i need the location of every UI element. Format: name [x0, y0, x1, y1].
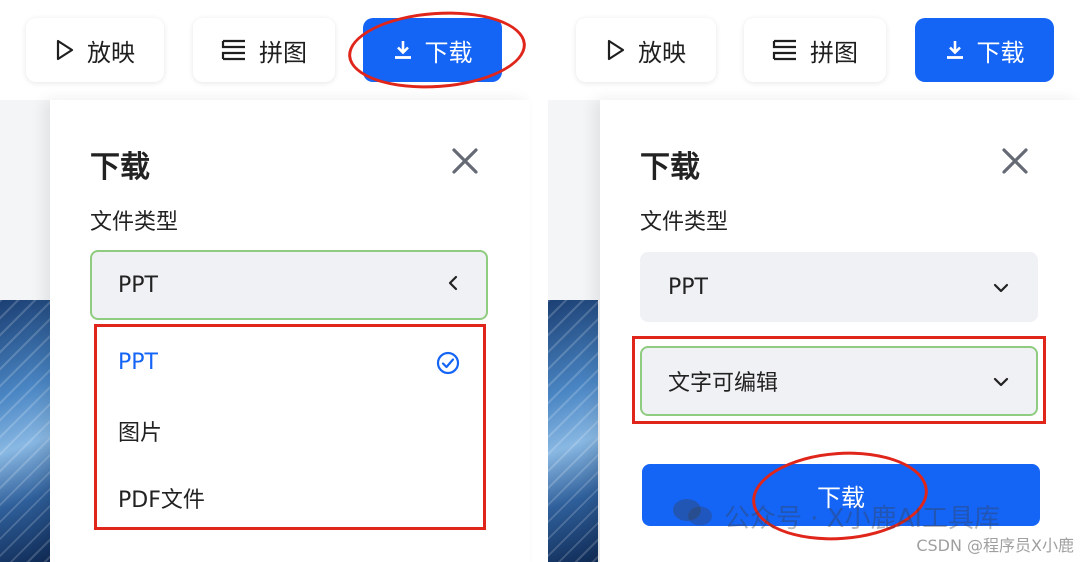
play-button[interactable]: 放映	[576, 18, 716, 82]
file-type-label: 文件类型	[90, 210, 179, 235]
chevron-left-icon	[446, 273, 460, 298]
collage-label: 拼图	[259, 38, 307, 67]
close-icon[interactable]	[1000, 146, 1030, 176]
watermark: 公众号 · X小鹿AI工具库	[672, 496, 1000, 537]
wechat-icon	[672, 496, 714, 537]
file-type-select[interactable]: PPT	[640, 252, 1038, 322]
download-label: 下载	[976, 38, 1025, 67]
collage-button[interactable]: 拼图	[193, 18, 335, 82]
play-icon	[606, 39, 626, 61]
collage-icon	[221, 38, 247, 62]
play-label: 放映	[638, 38, 686, 67]
close-icon[interactable]	[450, 146, 480, 176]
collage-button[interactable]: 拼图	[744, 18, 886, 82]
collage-icon	[772, 38, 798, 62]
chevron-down-icon	[992, 275, 1010, 300]
annotation-box	[94, 324, 486, 530]
slide-thumbnail[interactable]	[0, 300, 50, 562]
play-icon	[55, 39, 75, 61]
download-icon	[945, 39, 965, 61]
file-type-value: PPT	[668, 274, 708, 300]
panel-title: 下载	[90, 150, 150, 185]
annotation-box	[632, 336, 1046, 424]
play-button[interactable]: 放映	[26, 18, 164, 82]
file-type-value: PPT	[118, 272, 158, 298]
file-type-label: 文件类型	[640, 210, 729, 235]
left-screenshot: 放映 拼图 下载 下载 文件类型 PPT PPT 图片 PDF文件	[0, 0, 532, 562]
collage-label: 拼图	[810, 38, 858, 67]
panel-title: 下载	[640, 150, 700, 185]
play-label: 放映	[87, 38, 135, 67]
file-type-select[interactable]: PPT	[90, 250, 488, 320]
watermark-text: 公众号 · X小鹿AI工具库	[724, 504, 1001, 534]
slide-thumbnail[interactable]	[548, 300, 598, 562]
download-button[interactable]: 下载	[915, 18, 1054, 82]
csdn-credit: CSDN @程序员X小鹿	[916, 536, 1074, 555]
right-screenshot: 放映 拼图 下载 下载 文件类型 PPT 文字可编辑 下载	[548, 0, 1080, 562]
pane-divider	[532, 0, 548, 562]
